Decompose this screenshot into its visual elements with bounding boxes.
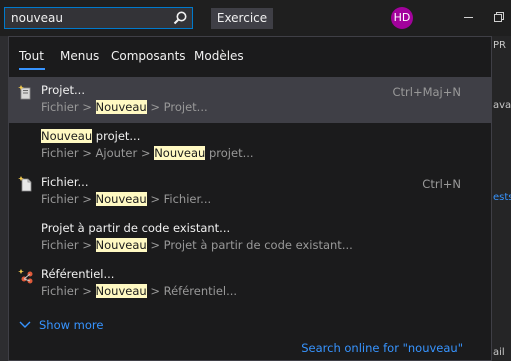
result-path: Fichier > Nouveau > Référentiel...	[41, 284, 238, 298]
result-item[interactable]: Projet... Fichier > Nouveau > Projet... …	[9, 77, 491, 123]
result-title: Nouveau projet...	[41, 129, 141, 143]
tab-menus[interactable]: Menus	[60, 49, 99, 63]
result-title: Référentiel...	[41, 267, 115, 281]
tab-composants[interactable]: Composants	[111, 49, 186, 63]
new-file-icon	[18, 176, 32, 192]
background-editor-left	[0, 36, 8, 361]
result-item[interactable]: Fichier... Fichier > Nouveau > Fichier..…	[9, 169, 491, 215]
background-text: ava	[493, 100, 511, 111]
result-item[interactable]: Référentiel... Fichier > Nouveau > Référ…	[9, 261, 491, 307]
result-path: Fichier > Nouveau > Projet à partir de c…	[41, 238, 353, 252]
exercice-button[interactable]: Exercice	[211, 8, 273, 29]
background-editor-right: PR ava ests ail	[491, 36, 511, 361]
result-path: Fichier > Nouveau > Projet...	[41, 100, 208, 114]
result-path: Fichier > Nouveau > Fichier...	[41, 192, 212, 206]
tab-tout[interactable]: Tout	[19, 49, 44, 63]
result-title: Projet à partir de code existant...	[41, 221, 231, 235]
tab-modeles[interactable]: Modèles	[194, 49, 244, 63]
match-highlight: Nouveau	[95, 238, 147, 252]
search-icon[interactable]	[172, 10, 188, 26]
restore-icon[interactable]	[494, 12, 504, 22]
result-item[interactable]: Projet à partir de code existant... Fich…	[9, 215, 491, 261]
background-text: PR	[493, 40, 506, 51]
result-item[interactable]: Nouveau projet... Fichier > Ajouter > No…	[9, 123, 491, 169]
show-more-label: Show more	[39, 318, 104, 332]
background-link: ests	[493, 192, 511, 203]
match-highlight: Nouveau	[95, 100, 147, 114]
match-highlight: Nouveau	[95, 284, 147, 298]
match-highlight: Nouveau	[154, 146, 206, 160]
result-shortcut: Ctrl+N	[422, 177, 461, 191]
match-highlight: Nouveau	[41, 129, 93, 143]
result-title: Projet...	[41, 83, 85, 97]
filter-tabs: Tout Menus Composants Modèles	[9, 37, 491, 77]
chevron-down-icon	[19, 321, 31, 328]
minimize-icon[interactable]	[464, 17, 473, 18]
title-bar: Exercice HD	[0, 0, 511, 36]
search-box[interactable]	[4, 7, 193, 29]
match-highlight: Nouveau	[95, 192, 147, 206]
result-title: Fichier...	[41, 175, 89, 189]
background-text: ail	[493, 347, 505, 358]
result-shortcut: Ctrl+Maj+N	[392, 85, 461, 99]
search-results-popup: Tout Menus Composants Modèles Projet... …	[8, 36, 492, 361]
new-project-icon	[18, 85, 31, 100]
active-tab-indicator	[19, 68, 45, 70]
search-online-link[interactable]: Search online for "nouveau"	[301, 341, 463, 355]
result-path: Fichier > Ajouter > Nouveau projet...	[41, 146, 254, 160]
avatar[interactable]: HD	[391, 7, 413, 29]
repository-icon	[18, 269, 33, 284]
search-input[interactable]	[11, 10, 171, 26]
